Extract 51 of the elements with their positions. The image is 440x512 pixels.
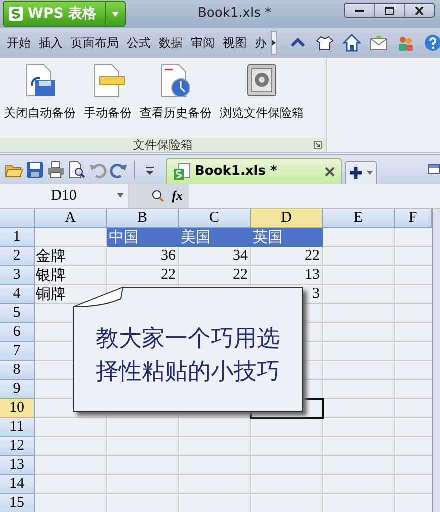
- row-header[interactable]: 11: [0, 418, 35, 437]
- column-header[interactable]: F: [395, 209, 432, 228]
- row-header[interactable]: 12: [0, 437, 35, 456]
- table-cell: 美国: [179, 228, 251, 247]
- row-header[interactable]: 6: [0, 323, 35, 342]
- window-title: Book1.xls *: [198, 6, 272, 21]
- row-header[interactable]: 10: [0, 399, 35, 418]
- menu-tab[interactable]: 视图: [219, 34, 251, 52]
- column-header[interactable]: B: [107, 209, 179, 228]
- column-header[interactable]: E: [323, 209, 395, 228]
- row-header[interactable]: 3: [0, 266, 35, 285]
- table-cell-text: 34: [232, 247, 249, 266]
- row-header[interactable]: 14: [0, 475, 35, 494]
- table-cell-text: 3: [312, 285, 321, 304]
- table-cell-text: 金牌: [35, 248, 67, 266]
- menu-tab[interactable]: 开始: [3, 34, 35, 52]
- row-header[interactable]: 13: [0, 456, 35, 475]
- menu-tab[interactable]: 插入: [35, 34, 67, 52]
- group-label: 文件保险箱: [133, 136, 193, 154]
- row-header[interactable]: 4: [0, 285, 35, 304]
- menu-tab[interactable]: 办: [251, 34, 271, 52]
- column-header[interactable]: A: [35, 209, 107, 228]
- menu-tab[interactable]: 公式: [123, 34, 155, 52]
- table-cell-text: 22: [232, 266, 249, 284]
- ribbon-button[interactable]: 手动备份: [80, 64, 136, 138]
- row-header[interactable]: 1: [0, 228, 35, 247]
- table-cell-text: 22: [304, 247, 321, 266]
- row-header[interactable]: 2: [0, 247, 35, 266]
- table-cell-text: 铜牌: [35, 286, 67, 304]
- table-cell-text: 36: [160, 247, 177, 266]
- menu-tab[interactable]: 页面布局: [67, 34, 123, 52]
- function-button[interactable]: fx: [172, 188, 183, 204]
- row-header[interactable]: 7: [0, 342, 35, 361]
- ribbon-button[interactable]: 关闭自动备份: [0, 64, 80, 138]
- menu-tab[interactable]: 数据: [155, 34, 187, 52]
- callout-text: 教大家一个巧用选择性粘贴的小技巧: [96, 324, 281, 386]
- menu-tab[interactable]: 审阅: [187, 34, 219, 52]
- row-header[interactable]: 8: [0, 361, 35, 380]
- table-cell-text: 银牌: [35, 266, 67, 285]
- table-cell-text: 13: [304, 266, 321, 284]
- ribbon-button[interactable]: 浏览文件保险箱: [216, 64, 308, 138]
- row-header[interactable]: 5: [0, 304, 35, 323]
- table-cell: 中国: [107, 228, 179, 247]
- ribbon-button[interactable]: 查看历史备份: [136, 64, 216, 138]
- column-header[interactable]: D: [251, 209, 323, 228]
- table-cell-text: 22: [160, 266, 177, 284]
- column-header[interactable]: C: [179, 209, 251, 228]
- table-cell: 英国: [251, 228, 323, 247]
- document-tab[interactable]: Book1.xls *: [166, 158, 342, 184]
- row-header[interactable]: 9: [0, 380, 35, 399]
- row-header[interactable]: 15: [0, 494, 35, 512]
